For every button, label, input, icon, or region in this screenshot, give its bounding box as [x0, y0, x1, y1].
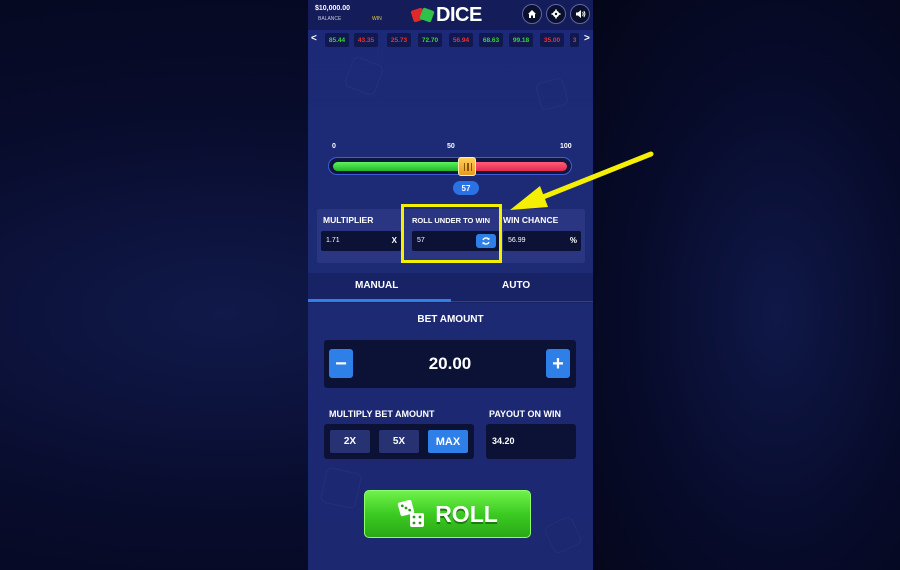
win-chance-unit: % — [569, 236, 577, 245]
slider-tick-max: 100 — [560, 143, 572, 150]
multiplier-field[interactable]: 1.71 X — [321, 231, 401, 251]
win-chance-field[interactable]: 56.99 % — [503, 231, 581, 251]
multiplier-label: MULTIPLIER — [323, 215, 374, 225]
history-chip: 35.00 — [540, 33, 564, 47]
mode-tabs: MANUAL AUTO — [308, 273, 593, 303]
history-next-arrow[interactable]: > — [584, 33, 590, 44]
speaker-icon — [575, 10, 585, 18]
payout-label: PAYOUT ON WIN — [489, 409, 562, 419]
dice-icon — [398, 499, 425, 527]
balance-label: BALANCE — [318, 16, 342, 22]
multiplier-value: 1.71 — [326, 237, 340, 244]
home-button[interactable] — [522, 4, 542, 24]
multiply-bet-group: 2X 5X MAX — [324, 424, 474, 459]
active-tab-indicator — [308, 299, 451, 302]
history-chip: 68.63 — [479, 33, 503, 47]
settings-button[interactable] — [546, 4, 566, 24]
multiply-bet-label: MULTIPLY BET AMOUNT — [329, 409, 435, 419]
history-prev-arrow[interactable]: < — [311, 33, 317, 44]
increase-bet-button[interactable]: + — [546, 349, 570, 378]
bet-amount-value[interactable]: 20.00 — [324, 354, 576, 374]
results-history: < 85.44 43.35 25.73 72.70 56.94 68.63 99… — [308, 31, 593, 49]
payout-field: 34.20 — [486, 424, 576, 459]
game-panel: $10,000.00 BALANCE WIN DICE < 85.44 43.3… — [308, 0, 593, 570]
gear-icon — [551, 9, 561, 19]
multiply-max-button[interactable]: MAX — [428, 430, 468, 453]
roll-slider: 0 50 100 57 — [328, 143, 573, 203]
tab-manual[interactable]: MANUAL — [355, 280, 398, 291]
history-chip: 25.73 — [387, 33, 411, 47]
history-chip: 43.35 — [354, 33, 378, 47]
history-chip: 85.44 — [325, 33, 349, 47]
home-icon — [528, 10, 536, 18]
win-label: WIN — [372, 16, 382, 22]
tab-auto[interactable]: AUTO — [502, 280, 530, 291]
multiply-5x-button[interactable]: 5X — [379, 430, 419, 453]
multiply-2x-button[interactable]: 2X — [330, 430, 370, 453]
win-chance-value: 56.99 — [508, 237, 526, 244]
top-bar: $10,000.00 BALANCE WIN DICE — [308, 0, 593, 30]
slider-tick-min: 0 — [332, 143, 336, 150]
slider-handle[interactable] — [458, 157, 476, 176]
history-chip: 3 — [570, 33, 579, 47]
slider-win-range — [333, 162, 469, 171]
bet-amount-control: − 20.00 + — [324, 340, 576, 388]
green-die-icon — [419, 7, 435, 23]
slider-lose-range — [469, 162, 567, 171]
history-chip: 99.18 — [509, 33, 533, 47]
balance-value: $10,000.00 — [315, 5, 351, 12]
background-right — [593, 0, 900, 570]
dice-logo: DICE — [410, 3, 482, 27]
roll-button[interactable]: ROLL — [364, 490, 531, 538]
slider-tick-mid: 50 — [447, 143, 455, 150]
slider-track[interactable] — [328, 157, 572, 175]
roll-under-highlight-box — [401, 204, 502, 263]
roll-button-label: ROLL — [435, 500, 498, 527]
tab-divider — [451, 301, 593, 302]
bet-amount-label: BET AMOUNT — [417, 314, 484, 325]
multiplier-unit: X — [391, 236, 397, 245]
payout-value: 34.20 — [492, 436, 515, 446]
history-chip: 56.94 — [449, 33, 473, 47]
slider-value-badge: 57 — [453, 181, 479, 195]
win-chance-label: WIN CHANCE — [503, 215, 559, 225]
logo-text: DICE — [436, 3, 482, 26]
sound-button[interactable] — [570, 4, 590, 24]
history-chip: 72.70 — [418, 33, 442, 47]
